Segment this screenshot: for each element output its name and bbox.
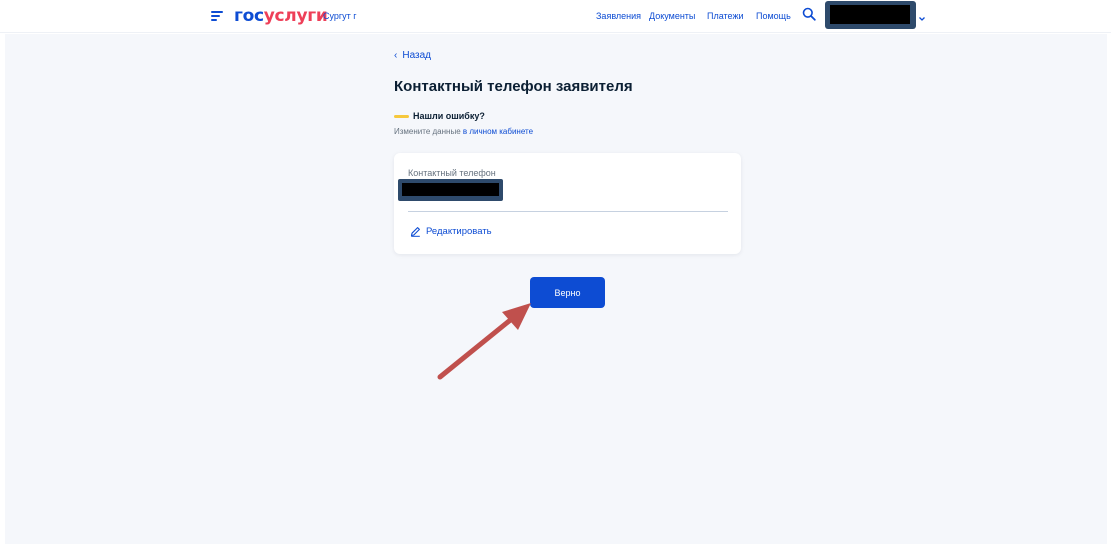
notice-title: Нашли ошибку? [413, 111, 485, 121]
redacted-user-name [830, 5, 910, 24]
region-selector[interactable]: Сургут г [323, 11, 357, 21]
logo-part-gos: гос [234, 6, 264, 26]
nav-applications[interactable]: Заявления [596, 11, 641, 21]
user-profile-redacted[interactable] [825, 1, 916, 29]
notice-text: Измените данные в личном кабинете [394, 127, 533, 136]
gosuslugi-logo[interactable]: госуслуги [234, 6, 328, 26]
confirm-button[interactable]: Верно [530, 277, 605, 308]
search-icon[interactable] [802, 7, 816, 21]
phone-value-redacted [398, 179, 503, 201]
annotation-arrow-icon [437, 303, 531, 380]
nav-help[interactable]: Помощь [756, 11, 791, 21]
personal-account-link[interactable]: в личном кабинете [463, 127, 533, 136]
nav-documents[interactable]: Документы [649, 11, 695, 21]
notice-accent-bar [394, 115, 409, 118]
back-label: Назад [402, 50, 431, 61]
phone-field-label: Контактный телефон [408, 168, 496, 178]
edit-phone-link[interactable]: Редактировать [410, 226, 492, 237]
redacted-phone-number [402, 183, 499, 196]
logo-part-uslugi: услуги [263, 6, 328, 26]
chevron-down-icon[interactable] [918, 10, 926, 21]
chevron-left-icon: ‹ [394, 50, 398, 61]
page-title: Контактный телефон заявителя [394, 78, 633, 95]
nav-payments[interactable]: Платежи [707, 11, 744, 21]
top-header: госуслуги Сургут г Заявления Документы П… [0, 0, 1111, 33]
pencil-icon [410, 227, 420, 237]
page: госуслуги Сургут г Заявления Документы П… [0, 0, 1111, 544]
phone-card: Контактный телефон Редактировать [394, 153, 741, 254]
edit-label: Редактировать [426, 226, 492, 237]
burger-menu-icon[interactable] [211, 10, 223, 22]
back-link[interactable]: ‹ Назад [394, 50, 431, 61]
card-divider [408, 211, 728, 212]
notice-text-prefix: Измените данные [394, 127, 461, 136]
